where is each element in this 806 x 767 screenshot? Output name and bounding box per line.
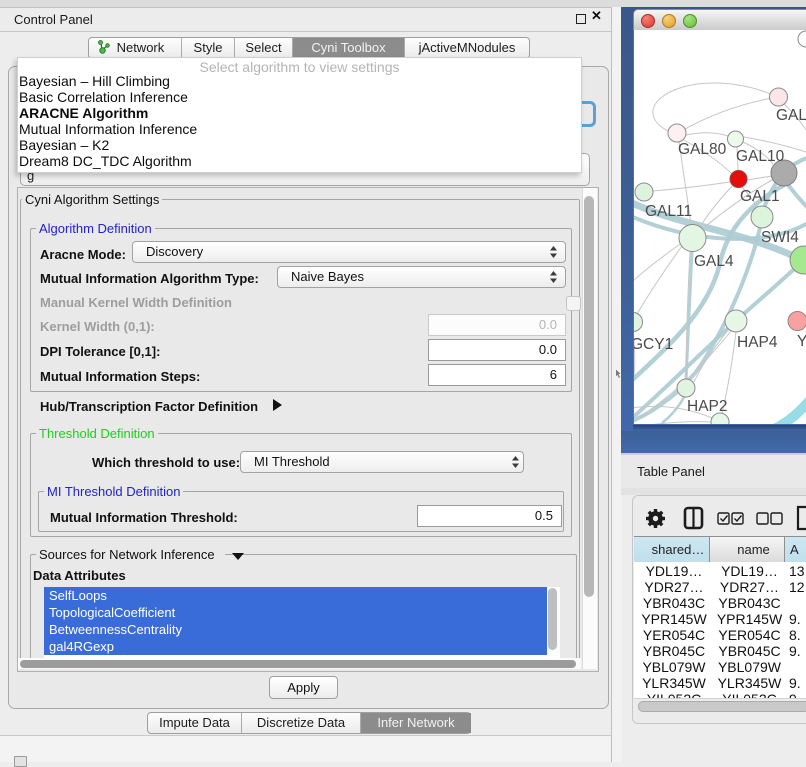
svg-text:GAL4: GAL4	[694, 253, 734, 270]
svg-text:GAL10: GAL10	[736, 148, 785, 165]
svg-text:SWI4: SWI4	[761, 229, 799, 246]
svg-text:GAL80: GAL80	[678, 141, 727, 158]
svg-text:GAL2: GAL2	[776, 107, 806, 124]
svg-text:YM: YM	[797, 333, 806, 350]
svg-text:GAL1: GAL1	[740, 188, 780, 205]
svg-text:GCY1: GCY1	[634, 336, 673, 353]
svg-text:HAP2: HAP2	[687, 398, 728, 415]
svg-text:GAL11: GAL11	[645, 203, 692, 220]
svg-text:HAP4: HAP4	[737, 334, 778, 351]
